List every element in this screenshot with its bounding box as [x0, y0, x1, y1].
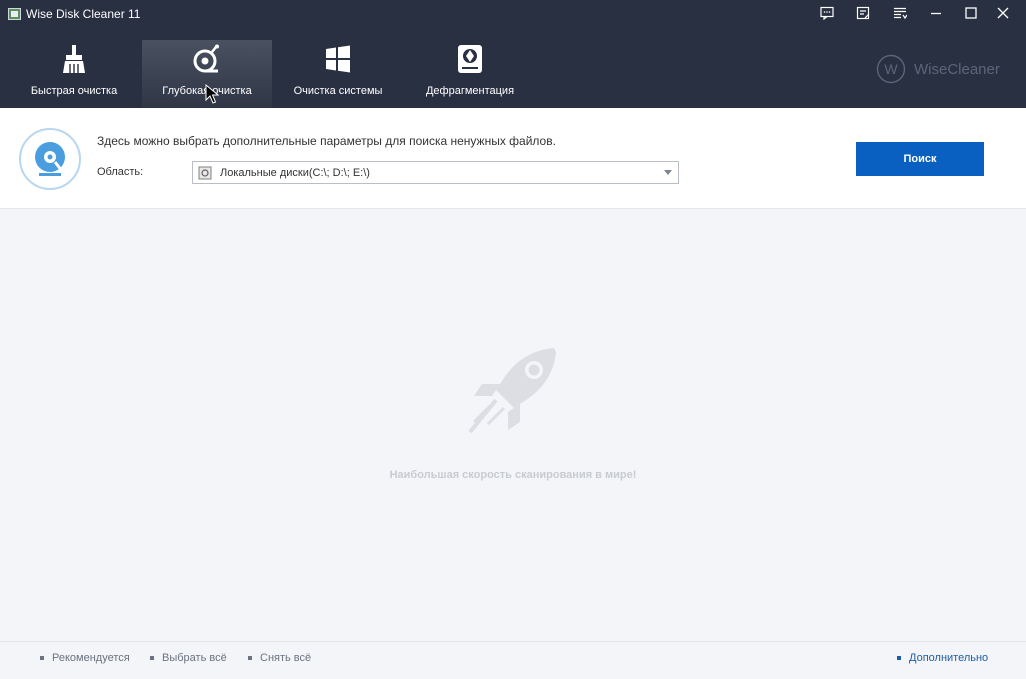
deselect-all-link[interactable]: Снять всё — [248, 652, 311, 664]
drive-icon — [198, 166, 212, 179]
titlebar: Wise Disk Cleaner 11 — [0, 0, 1026, 28]
search-button[interactable]: Поиск — [856, 142, 984, 176]
empty-state-text: Наибольшая скорость сканирования в мире! — [389, 469, 637, 481]
maximize-icon — [965, 7, 977, 19]
deep-clean-icon — [192, 43, 222, 75]
tab-system-clean-label: Очистка системы — [293, 85, 383, 97]
disk-scan-icon — [19, 128, 81, 190]
tab-quick-clean[interactable]: Быстрая очистка — [18, 40, 130, 108]
app-icon — [8, 8, 21, 20]
tab-system-clean[interactable]: Очистка системы — [284, 40, 392, 108]
checklist-button[interactable] — [846, 0, 880, 26]
empty-state: Наибольшая скорость сканирования в мире! — [0, 209, 1026, 641]
feedback-button[interactable] — [810, 0, 844, 26]
chevron-down-icon — [664, 170, 672, 175]
scope-value: Локальные диски(C:\; D:\; E:\) — [220, 166, 370, 179]
bullet-icon — [248, 656, 252, 660]
brand-icon: W — [876, 54, 906, 84]
deselect-all-label: Снять всё — [260, 652, 312, 664]
options-panel: Здесь можно выбрать дополнительные парам… — [0, 108, 1026, 209]
select-all-link[interactable]: Выбрать всё — [150, 652, 227, 664]
rocket-icon — [468, 348, 556, 434]
minimize-button[interactable] — [919, 0, 953, 26]
recommended-link[interactable]: Рекомендуется — [40, 652, 130, 664]
footer: Рекомендуется Выбрать всё Снять всё Допо… — [0, 641, 1026, 679]
mouse-cursor-icon — [205, 84, 219, 104]
menu-icon — [894, 7, 907, 20]
recommended-label: Рекомендуется — [52, 652, 130, 664]
scope-select[interactable]: Локальные диски(C:\; D:\; E:\) — [192, 161, 679, 184]
app-window: Wise Disk Cleaner 11 Быстрая очистка Глу… — [0, 0, 1026, 679]
tab-quick-clean-label: Быстрая очистка — [30, 85, 118, 97]
feedback-icon — [820, 6, 834, 20]
brand-text: WiseCleaner — [914, 60, 1000, 78]
maximize-button[interactable] — [954, 0, 988, 26]
svg-text:W: W — [884, 61, 898, 77]
scope-label: Область: — [97, 166, 144, 178]
options-description: Здесь можно выбрать дополнительные парам… — [97, 134, 556, 148]
windows-icon — [324, 43, 352, 75]
select-all-label: Выбрать всё — [162, 652, 227, 664]
brand-logo[interactable]: W WiseCleaner — [874, 54, 1000, 84]
minimize-icon — [931, 12, 941, 15]
tab-defrag[interactable]: Дефрагментация — [414, 40, 526, 108]
disk-icon — [456, 43, 484, 75]
broom-icon — [60, 43, 88, 75]
advanced-label: Дополнительно — [909, 652, 989, 664]
tab-defrag-label: Дефрагментация — [425, 85, 515, 97]
advanced-link[interactable]: Дополнительно — [897, 652, 988, 664]
close-icon — [997, 7, 1009, 19]
close-button[interactable] — [986, 0, 1020, 26]
bullet-icon — [897, 656, 901, 660]
menu-button[interactable] — [883, 0, 917, 26]
bullet-icon — [40, 656, 44, 660]
header: Wise Disk Cleaner 11 Быстрая очистка Глу… — [0, 0, 1026, 108]
app-title: Wise Disk Cleaner 11 — [26, 7, 141, 21]
bullet-icon — [150, 656, 154, 660]
checklist-icon — [856, 6, 870, 20]
